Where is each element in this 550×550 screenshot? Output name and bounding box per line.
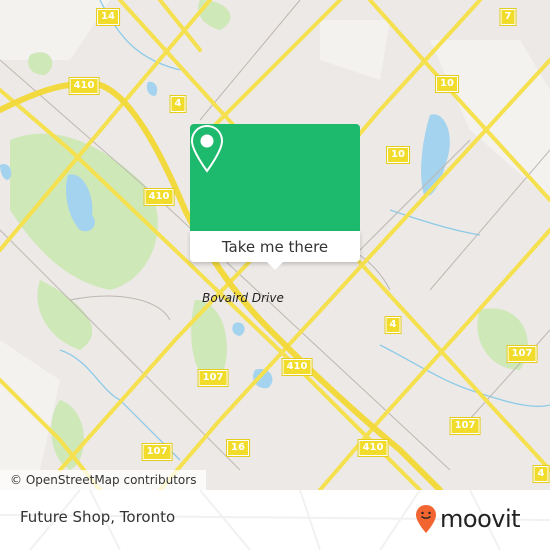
route-shield: 107: [141, 443, 173, 461]
route-shield: 16: [226, 439, 250, 457]
route-shield: 410: [357, 439, 389, 457]
take-me-there-button[interactable]: Take me there: [190, 231, 360, 262]
route-shield: 7: [499, 8, 517, 26]
route-shield: 10: [386, 146, 410, 164]
popup-header: [190, 124, 360, 231]
location-pin-icon: [190, 124, 224, 173]
map-attribution[interactable]: © OpenStreetMap contributors: [0, 470, 207, 490]
moovit-logo[interactable]: moovit: [415, 504, 521, 534]
route-shield: 10: [435, 75, 459, 93]
location-popup: Take me there: [190, 124, 360, 270]
moovit-pin-icon: [416, 505, 436, 533]
route-shield: 107: [506, 345, 538, 363]
route-shield: 410: [143, 188, 175, 206]
route-shield: 14: [96, 8, 120, 26]
place-title: Future Shop, Toronto: [20, 508, 176, 526]
map-view[interactable]: 14 7 410 4 10 10 410 410 4 107 107 107 1…: [0, 0, 550, 490]
route-shield: 4: [532, 465, 550, 483]
route-shield: 410: [68, 77, 100, 95]
route-shield: 107: [449, 417, 481, 435]
route-shield: 4: [384, 316, 402, 334]
logo-text: moovit: [440, 505, 521, 533]
route-shield: 4: [169, 95, 187, 113]
route-shield: 107: [197, 369, 229, 387]
popup-pointer: [267, 262, 283, 270]
route-shield: 410: [281, 358, 313, 376]
place-label: Bovaird Drive: [202, 291, 284, 305]
